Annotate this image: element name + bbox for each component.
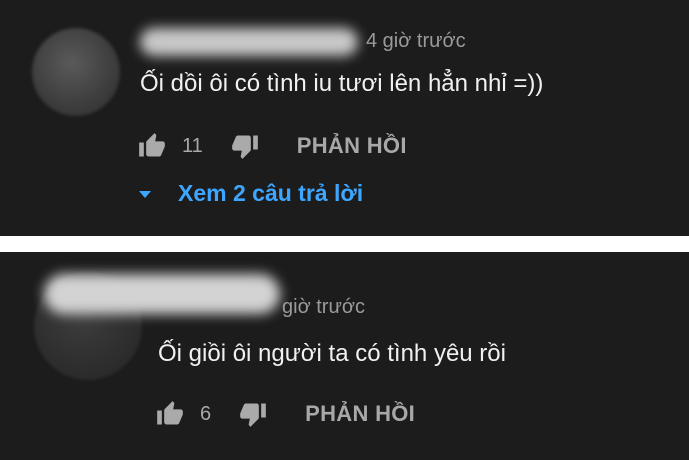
comment-timestamp[interactable]: giờ trước xyxy=(282,296,365,319)
comment-timestamp[interactable]: 4 giờ trước xyxy=(366,30,466,53)
censored-username xyxy=(140,28,358,56)
view-replies-button[interactable]: Xem 2 câu trả lời xyxy=(136,180,363,207)
screenshot-separator xyxy=(0,236,689,252)
comment-text: Ối giồi ôi người ta có tình yêu rồi xyxy=(158,340,506,367)
comment-card-1: 4 giờ trước Ối dồi ôi có tình iu tươi lê… xyxy=(0,0,689,236)
comment-actions: 11 PHẢN HỒI xyxy=(138,128,407,164)
avatar[interactable] xyxy=(32,28,120,116)
like-count: 6 xyxy=(200,402,212,425)
thumbs-up-icon[interactable] xyxy=(156,400,184,428)
comment-text: Ối dồi ôi có tình iu tươi lên hẳn nhỉ =)… xyxy=(140,70,544,97)
thumbs-down-icon[interactable] xyxy=(239,400,267,428)
thumbs-down-icon[interactable] xyxy=(231,132,259,160)
caret-down-icon xyxy=(139,190,151,198)
reply-button[interactable]: PHẢN HỒI xyxy=(297,133,407,159)
comment-actions: 6 PHẢN HỒI xyxy=(156,396,415,432)
like-count: 11 xyxy=(182,134,203,157)
reply-button[interactable]: PHẢN HỒI xyxy=(305,401,415,427)
censored-username xyxy=(44,274,280,314)
view-replies-label: Xem 2 câu trả lời xyxy=(178,180,364,206)
comment-card-2: giờ trước Ối giồi ôi người ta có tình yê… xyxy=(0,252,689,460)
thumbs-up-icon[interactable] xyxy=(138,132,166,160)
